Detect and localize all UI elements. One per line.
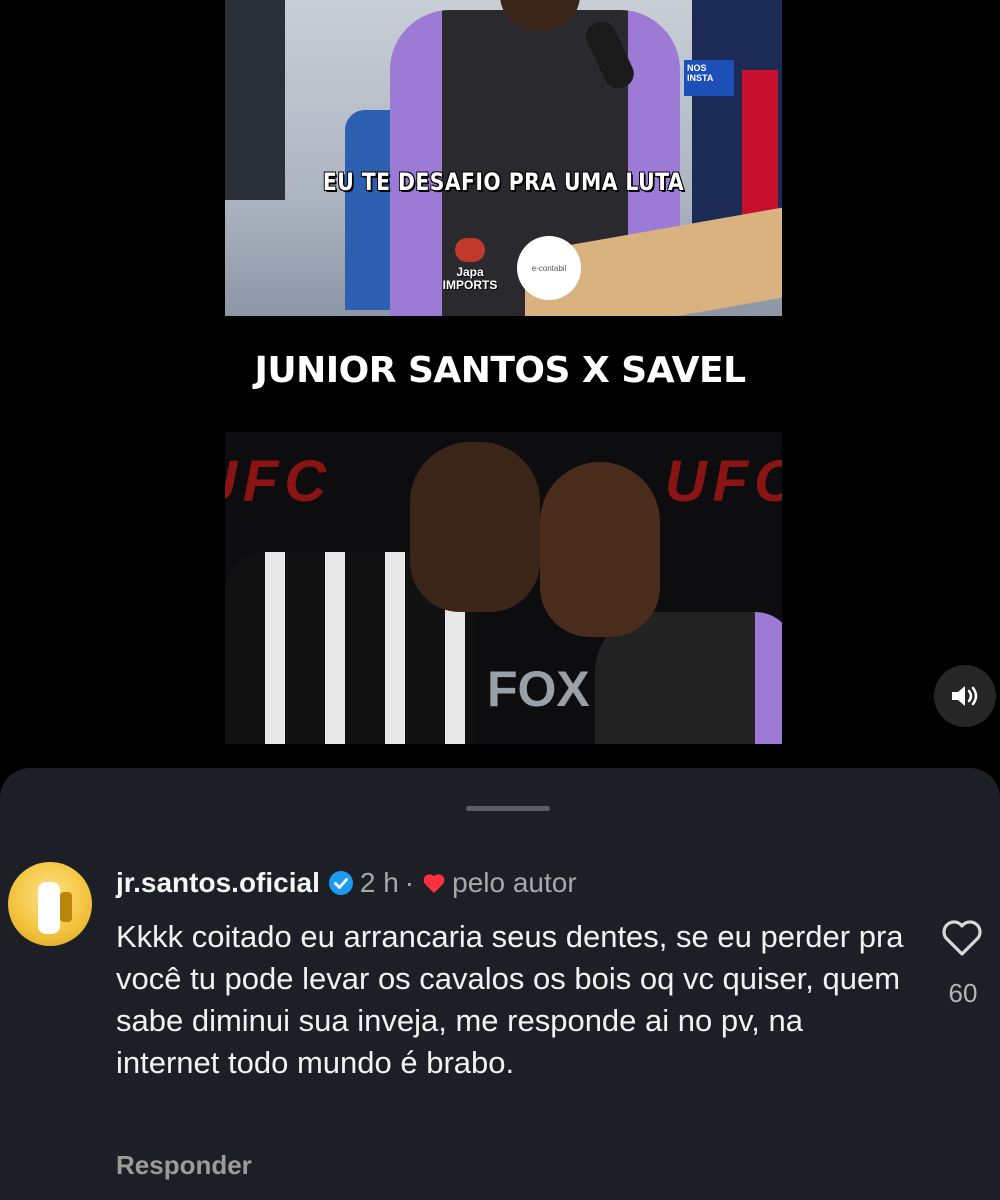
heart-filled-icon [423,874,445,893]
fighter-right-head [540,462,660,637]
red-banner [742,70,778,220]
verified-badge-icon [328,871,353,895]
sponsor-logo-econtabil: e-contabil [517,236,581,300]
post-media[interactable]: NOS INSTA EU TE DESAFIO PRA UMA LUTA Jap… [0,0,1000,770]
fight-poster-image: UFC UFC FOX [225,432,782,744]
meta-separator: · [404,867,415,898]
post-headline: JUNIOR SANTOS X SAVEL [254,350,746,391]
comment-text: Kkkk coitado eu arrancaria seus dentes, … [116,919,904,1080]
comment-timestamp: 2 h [359,867,399,898]
liked-by-author-label: pelo autor [452,867,577,898]
like-count: 60 [948,978,978,1008]
sheet-drag-handle[interactable] [466,806,550,811]
speaker-icon [952,686,978,706]
avatar[interactable] [8,862,92,946]
video-frame-top: NOS INSTA EU TE DESAFIO PRA UMA LUTA Jap… [225,0,782,316]
fighter-left-head [410,442,540,612]
audio-toggle-button[interactable] [934,665,996,727]
ufc-logo-right: UFC [664,449,782,514]
mascot-icon [455,238,485,262]
fox-logo: FOX [487,661,590,717]
sponsor-logo-japa: Japa IMPORTS [435,238,505,304]
avatar-figure [38,882,60,934]
comments-sheet: jr.santos.oficial 2 h · pelo autor Kkkk … [0,768,1000,1200]
heart-outline-icon[interactable] [940,918,984,958]
reply-button[interactable]: Responder [116,1150,252,1181]
store-sign: NOS INSTA [684,60,734,96]
comment-username[interactable]: jr.santos.oficial [116,867,320,899]
comment-header: jr.santos.oficial 2 h · pelo autor [116,866,577,900]
ufc-logo-left: UFC [225,449,333,514]
trophy-icon [60,892,72,922]
sponsor-japa-label: Japa IMPORTS [442,265,498,292]
video-caption: EU TE DESAFIO PRA UMA LUTA [322,168,685,196]
